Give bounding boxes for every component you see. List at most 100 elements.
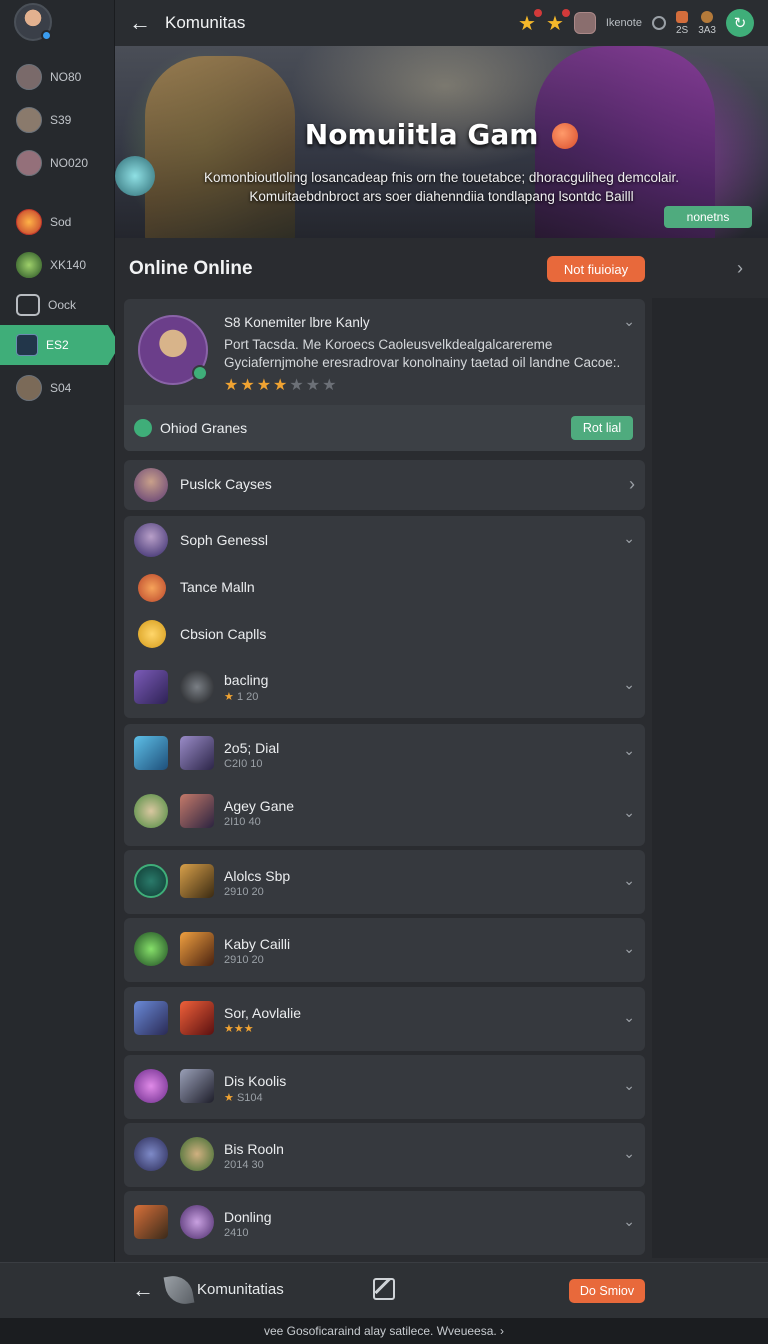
achievement-star-icon[interactable]: ★ [518, 8, 542, 36]
chevron-right-icon[interactable]: › [629, 474, 635, 495]
chevron-down-icon[interactable]: ⌄ [623, 1077, 635, 1094]
featured-name: S8 Konemiter lbre Kanly [224, 315, 370, 330]
hero-description-line: Komonbioutloling losancadeap fnis orn th… [203, 170, 680, 185]
rail-item-label: S04 [50, 381, 72, 395]
power-icon[interactable] [651, 16, 666, 30]
chevron-right-icon[interactable]: › [737, 258, 743, 279]
chevron-down-icon[interactable]: ⌄ [623, 1009, 635, 1026]
avatar [134, 1205, 168, 1239]
avatar [180, 932, 214, 966]
rail-item-label: XK140 [50, 258, 87, 272]
chevron-down-icon[interactable]: ⌄ [623, 742, 635, 759]
footer-label: Ohiod Granes [160, 420, 248, 436]
refresh-button[interactable]: ↻ [726, 9, 754, 37]
edit-icon[interactable] [373, 1278, 395, 1300]
rail-item-8[interactable]: S04 [0, 368, 115, 408]
row-name[interactable]: Tance Malln [180, 579, 255, 595]
back-arrow-icon[interactable]: ← [129, 10, 153, 36]
section-action-button[interactable]: Not fiuioiay [547, 256, 645, 282]
rail-item-label: S39 [50, 113, 72, 127]
sword-emblem-icon [16, 252, 42, 278]
star-rating: ★★★ [224, 1023, 254, 1035]
list-group: Soph Genessl ⌄ Tance Malln Cbsion Caplls… [124, 516, 645, 718]
community-avatar-icon [16, 375, 42, 401]
row-name: Dis Koolis [224, 1073, 287, 1089]
avatar [180, 1205, 214, 1239]
footer-button[interactable]: Rot lial [571, 416, 633, 440]
main-content: Online Online Not fiuioiay › S8 Konemite… [115, 238, 768, 1262]
online-status-dot [41, 30, 52, 41]
rail-item-7-active[interactable]: ES2 [0, 325, 120, 365]
achievement-star-icon-2[interactable]: ★ [546, 8, 570, 36]
hero-title-text: Nomuiitla Gam [304, 118, 539, 151]
avatar [180, 864, 214, 898]
rail-item-6[interactable]: Oock [0, 285, 115, 325]
user-label[interactable]: Ikenote [606, 17, 642, 29]
stat-value: 3A3 [698, 24, 716, 36]
list-item[interactable]: Kaby Cailli 2910 20 ⌄ [124, 918, 645, 982]
rail-item-2[interactable]: S39 [0, 100, 115, 140]
avatar [134, 1001, 168, 1035]
feather-icon [163, 1272, 195, 1308]
chevron-down-icon[interactable]: ⌄ [623, 313, 635, 330]
fire-emblem-icon [16, 209, 42, 235]
row-name[interactable]: bacling [224, 672, 268, 688]
chevron-down-icon[interactable]: ⌄ [623, 872, 635, 889]
row-name[interactable]: 2o5; Dial [224, 740, 279, 756]
mask-icon[interactable] [573, 12, 596, 34]
chevron-down-icon[interactable]: ⌄ [623, 804, 635, 821]
list-item[interactable]: Puslck Cayses › [124, 460, 645, 510]
top-bar: ← Komunitas ★ ★ Ikenote 2S 3A3 ↻ [115, 0, 768, 46]
chevron-down-icon[interactable]: ⌄ [623, 1145, 635, 1162]
row-name: Alolcs Sbp [224, 868, 291, 884]
list-item[interactable]: Donling 2410 ⌄ [124, 1191, 645, 1255]
row-sub: ★ S104 [224, 1091, 263, 1104]
rail-item-5[interactable]: XK140 [0, 245, 115, 285]
row-name[interactable]: Cbsion Caplls [180, 626, 266, 642]
rail-item-4[interactable]: Sod [0, 202, 115, 242]
chevron-down-icon[interactable]: ⌄ [623, 1213, 635, 1230]
row-name[interactable]: Agey Gane [224, 798, 294, 814]
list-item[interactable]: Dis Koolis ★ S104 ⌄ [124, 1055, 645, 1119]
avatar [180, 1001, 214, 1035]
rail-item-label: NO80 [50, 70, 82, 84]
rail-item-3[interactable]: NO020 [0, 143, 115, 183]
back-arrow-icon[interactable]: ← [132, 1277, 154, 1303]
row-name: Puslck Cayses [180, 476, 272, 492]
row-name: Donling [224, 1209, 272, 1225]
list-group: 2o5; Dial C2I0 10 ⌄ Agey Gane 2I10 40 ⌄ [124, 724, 645, 846]
hero-description-line: Komuitaebdnbroct ars soer diahenndiia to… [249, 189, 634, 204]
star-rating: ★★★★★★★ [224, 375, 338, 395]
row-sub: ★ 1 20 [224, 690, 258, 703]
left-rail: NO80 S39 NO020 Sod XK140 Oock ES2 S04 [0, 0, 120, 1318]
list-item[interactable]: Sor, Aovlalie ★★★ ⌄ [124, 987, 645, 1051]
avatar [134, 1069, 168, 1103]
star-icon-filled: ★★★★ [224, 377, 290, 394]
avatar [180, 794, 214, 828]
featured-avatar [138, 315, 208, 385]
row-name[interactable]: Soph Genessl [180, 532, 268, 548]
bottom-bar: ← Komunitatias Do Smiov [0, 1262, 768, 1318]
page-title: Komunitas [165, 13, 246, 32]
stat-value: 2S [675, 24, 689, 36]
hero-banner: Nomuiitla Gam Komonbioutloling losancade… [115, 46, 768, 238]
bottom-action-button[interactable]: Do Smiov [569, 1279, 645, 1303]
rail-item-1[interactable]: NO80 [0, 57, 115, 97]
chevron-down-icon[interactable]: ⌄ [623, 676, 635, 693]
hero-button[interactable]: nonetns [664, 206, 752, 228]
chevron-down-icon[interactable]: ⌄ [623, 530, 635, 547]
rail-item-label: Oock [48, 298, 77, 312]
game-emblem-icon [16, 334, 38, 356]
list-item[interactable]: Alolcs Sbp 2910 20 ⌄ [124, 850, 645, 914]
list-item[interactable]: Bis Rooln 2014 30 ⌄ [124, 1123, 645, 1187]
row-sub: C2I0 10 [224, 758, 263, 770]
avatar [134, 523, 168, 557]
avatar [134, 1137, 168, 1171]
user-avatar[interactable] [14, 3, 52, 41]
row-sub: 2I10 40 [224, 816, 261, 828]
featured-card[interactable]: S8 Konemiter lbre Kanly Port Tacsda. Me … [124, 299, 645, 451]
hero-description: Komonbioutloling losancadeap fnis orn th… [115, 168, 768, 206]
row-sub-text: 1 20 [236, 691, 259, 703]
chevron-down-icon[interactable]: ⌄ [623, 940, 635, 957]
section-title: Online Online [129, 258, 253, 279]
